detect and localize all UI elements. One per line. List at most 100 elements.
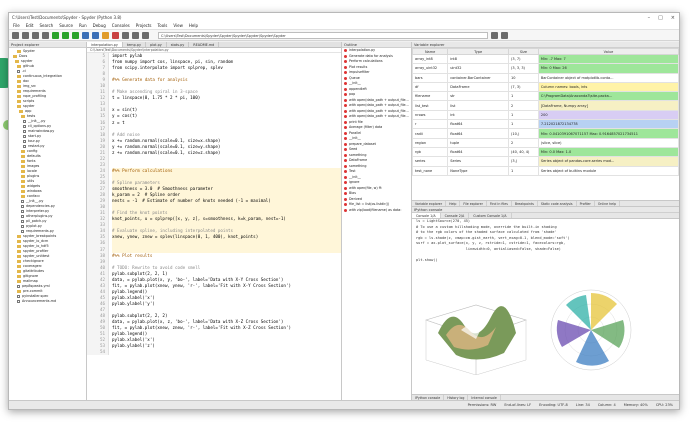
- pane-tab[interactable]: Online help: [595, 201, 621, 206]
- table-cell: BarContainer object of matplotlib.conta.…: [537, 72, 679, 83]
- table-row[interactable]: filename str 1 C:\ProgramData\Anaconda3\sit…: [412, 91, 679, 102]
- folder-icon: [17, 265, 21, 268]
- menu-item[interactable]: Search: [39, 23, 53, 28]
- table-cell: NoneType: [447, 165, 510, 176]
- outline-symbol-icon: [344, 142, 347, 146]
- run-icon[interactable]: [52, 31, 59, 39]
- outline-symbol-icon: [344, 93, 347, 97]
- menu-item[interactable]: Consoles: [112, 23, 130, 28]
- folder-icon: [17, 235, 21, 238]
- polar-bar-plot: [550, 289, 632, 371]
- minimize-icon[interactable]: –: [648, 15, 651, 21]
- folder-icon: [21, 170, 25, 173]
- menu-item[interactable]: Run: [79, 23, 87, 28]
- table-row[interactable]: nrows int 1 200: [412, 109, 679, 121]
- maximize-pane-icon[interactable]: [122, 31, 129, 39]
- menu-item[interactable]: Tools: [158, 23, 168, 28]
- browse-folder-icon[interactable]: [491, 31, 498, 39]
- table-row[interactable]: radii float64 (10,) Min: 0.0410391067071157…: [412, 128, 679, 139]
- folder-icon: [21, 180, 25, 183]
- run-cell-icon[interactable]: [62, 31, 69, 39]
- table-row[interactable]: r float64 1 7.212021872134778: [412, 119, 679, 130]
- pane-tab[interactable]: Breakpoints: [512, 201, 538, 206]
- pane-tab[interactable]: Static code analysis: [538, 201, 577, 206]
- code-line[interactable]: [112, 349, 341, 355]
- status-item: Permissions: RW: [467, 403, 497, 407]
- menu-item[interactable]: Projects: [136, 23, 152, 28]
- file-icon: [17, 295, 20, 298]
- table-row[interactable]: bars container.BarContainer 10 BarContainer…: [412, 72, 679, 83]
- pane-tab[interactable]: Help: [446, 201, 461, 206]
- table-cell: Column names: bools, ints: [537, 81, 679, 93]
- outline-symbol-icon: [344, 87, 347, 91]
- table-row[interactable]: rgb float64 (40, 40, 4) Min: 0.0 Max: 1.0: [412, 146, 679, 158]
- table-cell: Min: 0.0410391067071157 Max: 0.916485702…: [537, 128, 679, 139]
- folder-icon: [15, 60, 19, 63]
- python-path-icon[interactable]: [142, 31, 149, 39]
- folder-icon: [21, 165, 25, 168]
- table-row[interactable]: array_int8 int8 (3, 7) Min: -7 Max: 7: [412, 53, 679, 65]
- console-output[interactable]: ls = LightSource(270, 45) # To use a cust…: [412, 219, 679, 264]
- console-tab[interactable]: Console 2/A: [441, 213, 470, 218]
- editor-tab[interactable]: temp.py: [123, 42, 146, 47]
- step-icon[interactable]: [92, 31, 99, 39]
- pane-tab[interactable]: Find in files: [487, 201, 512, 206]
- console-tab[interactable]: Custom Console 1/A: [469, 213, 512, 218]
- folder-icon: [21, 175, 25, 178]
- file-icon: [21, 200, 24, 203]
- new-file-icon[interactable]: [12, 31, 19, 39]
- folder-icon: [21, 190, 25, 193]
- menu-item[interactable]: File: [13, 23, 20, 28]
- console-plots: [425, 289, 632, 375]
- editor-tab[interactable]: plot.py: [146, 42, 167, 47]
- table-cell: Series: [447, 156, 510, 167]
- file-icon: [23, 145, 26, 148]
- outline-item[interactable]: with zip(load(filename) as data:: [342, 208, 411, 214]
- table-cell: Min: -7 Max: 7: [537, 53, 679, 65]
- menu-item[interactable]: View: [173, 23, 183, 28]
- maximize-icon[interactable]: □: [658, 15, 663, 21]
- outline-list[interactable]: interpolation.py Generate data for analys…: [342, 48, 411, 213]
- table-cell: series: [412, 156, 449, 167]
- continue-icon[interactable]: [102, 31, 109, 39]
- save-all-icon[interactable]: [42, 31, 49, 39]
- pane-tab[interactable]: File explorer: [460, 201, 487, 206]
- parent-dir-icon[interactable]: [501, 31, 508, 39]
- table-row[interactable]: df DataFrame (7, 3) Column names: bools, in…: [412, 81, 679, 93]
- save-icon[interactable]: [32, 31, 39, 39]
- open-file-icon[interactable]: [22, 31, 29, 39]
- table-row[interactable]: array_uint32 uint32 (3, 3, 3) Min: 0 Max: 2…: [412, 63, 679, 74]
- menu-item[interactable]: Source: [59, 23, 73, 28]
- close-icon[interactable]: ×: [671, 15, 675, 21]
- title-bar: C:\Users\Test\Documents\Spyder - Spyder …: [9, 13, 679, 22]
- pane-tab[interactable]: Variable explorer: [412, 201, 447, 206]
- table-row[interactable]: test_none NoneType 1 Series object of built…: [412, 165, 679, 176]
- menu-item[interactable]: Help: [189, 23, 198, 28]
- working-directory-input[interactable]: C:\Users\Test\Documents\Spyder\Spyder\Sp…: [158, 31, 488, 39]
- menu-item[interactable]: Edit: [26, 23, 34, 28]
- console-tab[interactable]: Console 1/A: [412, 213, 441, 218]
- editor-tab[interactable]: stats.py: [167, 42, 190, 47]
- file-icon: [17, 300, 20, 303]
- editor-tab[interactable]: README.md: [189, 42, 220, 47]
- preferences-icon[interactable]: [132, 31, 139, 39]
- run-cell-advance-icon[interactable]: [72, 31, 79, 39]
- pane-tab[interactable]: Profiler: [577, 201, 595, 206]
- editor-tab[interactable]: interpolation.py: [87, 42, 123, 47]
- stop-icon[interactable]: [112, 31, 119, 39]
- table-row[interactable]: region tuple 2 (slice, slice): [412, 137, 679, 148]
- code-lines[interactable]: import pylab from numpy import cos, linsp…: [109, 53, 341, 355]
- right-pane: Variable explorer Name Type Size Value arra…: [412, 42, 679, 400]
- code-area[interactable]: 5 6 7 8 9 10 11 12 13 14 15 16 17 18 19 20 21 22 23 24 25 26 2…: [87, 53, 341, 356]
- debug-icon[interactable]: [82, 31, 89, 39]
- variable-explorer: Variable explorer Name Type Size Value arra…: [412, 42, 679, 207]
- table-cell: DataFrame: [447, 81, 510, 93]
- outline-symbol-icon: [344, 153, 347, 157]
- tree-item[interactable]: Announcements.md: [9, 299, 86, 304]
- project-tree[interactable]: Spyder Docs spyder github .ci continuous_inte…: [9, 48, 86, 304]
- table-cell: test_none: [412, 165, 449, 176]
- table-row[interactable]: series Series (3,) Series object of pandas.…: [412, 156, 679, 167]
- menu-item[interactable]: Debug: [93, 23, 106, 28]
- variable-table[interactable]: Name Type Size Value array_int8 int8 (3, 7) Mi…: [412, 48, 679, 176]
- table-row[interactable]: list_test list 2 [DataFrame, Numpy array]: [412, 100, 679, 111]
